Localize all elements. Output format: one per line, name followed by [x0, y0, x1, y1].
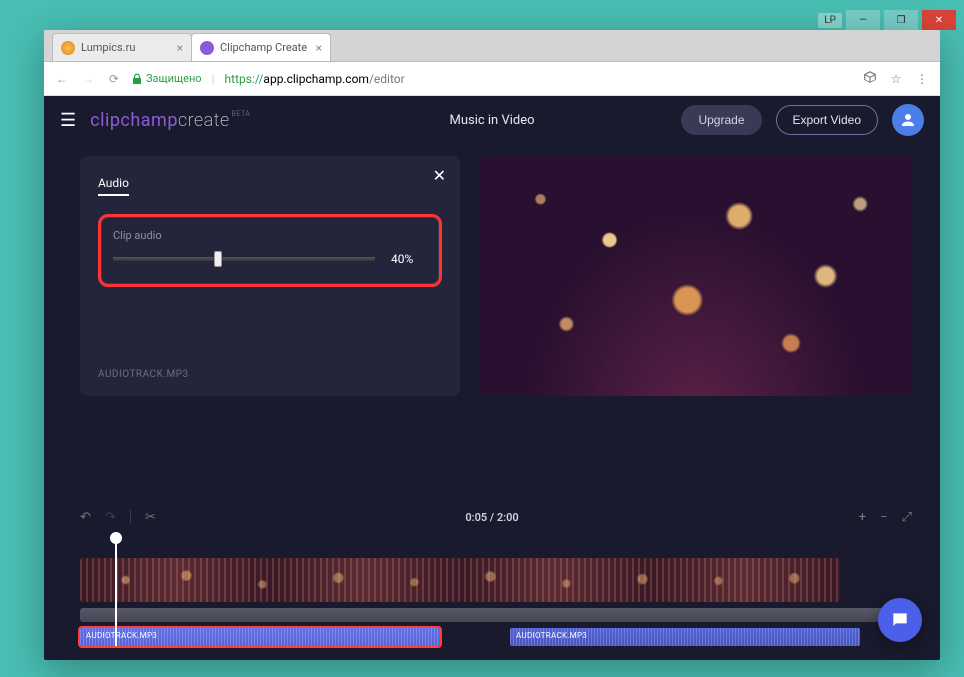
undo-icon[interactable]: ↶ — [80, 510, 91, 525]
lock-icon — [132, 73, 142, 85]
tab-title: Lumpics.ru — [81, 41, 135, 54]
support-chat-button[interactable] — [878, 598, 922, 642]
video-track-clip[interactable] — [80, 558, 840, 602]
secure-label: Защищено — [146, 72, 202, 85]
audio-panel: ✕ Audio Clip audio 40% AUDIOTRACK.MP3 — [80, 156, 460, 396]
favicon-icon — [61, 41, 75, 55]
user-icon — [899, 111, 917, 129]
translate-icon[interactable] — [862, 70, 878, 87]
window-close-button[interactable]: ✕ — [922, 10, 956, 30]
clip-audio-label: Clip audio — [113, 229, 427, 242]
browser-window: Lumpics.ru × Clipchamp Create × ← → ⟳ За… — [44, 30, 940, 660]
project-title[interactable]: Music in Video — [449, 113, 534, 128]
window-maximize-button[interactable]: ❐ — [884, 10, 918, 30]
zoom-in-icon[interactable]: + — [859, 510, 866, 525]
user-avatar[interactable] — [892, 104, 924, 136]
window-lp-badge: LP — [818, 13, 842, 28]
split-icon[interactable]: ✂ — [145, 510, 156, 525]
audio-clip[interactable]: AUDIOTRACK.MP3 — [510, 628, 860, 646]
zoom-out-icon[interactable]: − — [880, 510, 887, 525]
video-preview[interactable] — [480, 156, 912, 396]
browser-tab-lumpics[interactable]: Lumpics.ru × — [52, 33, 192, 61]
clip-audio-section: Clip audio 40% — [98, 214, 442, 287]
timeline-toolbar: ↶ ↷ ✂ 0:05 / 2:00 + − ⤢ — [44, 502, 940, 532]
playhead-line — [115, 540, 117, 646]
favicon-icon — [200, 41, 214, 55]
window-minimize-button[interactable]: — — [846, 10, 880, 30]
export-video-button[interactable]: Export Video — [776, 105, 879, 135]
timeline-scrollbar[interactable] — [80, 608, 912, 622]
nav-forward-icon[interactable]: → — [80, 72, 96, 86]
timeline-time-display: 0:05 / 2:00 — [465, 511, 518, 524]
panel-filename: AUDIOTRACK.MP3 — [98, 369, 189, 380]
upgrade-button[interactable]: Upgrade — [681, 105, 761, 135]
nav-back-icon[interactable]: ← — [54, 72, 70, 86]
slider-thumb[interactable] — [214, 251, 222, 267]
clipchamp-app: ☰ clipchampcreateBETA Music in Video Upg… — [44, 96, 940, 660]
bookmark-icon[interactable]: ☆ — [888, 72, 904, 86]
nav-reload-icon[interactable]: ⟳ — [106, 72, 122, 86]
app-header: ☰ clipchampcreateBETA Music in Video Upg… — [44, 96, 940, 144]
chat-icon — [890, 610, 910, 630]
redo-icon[interactable]: ↷ — [105, 510, 116, 525]
tab-close-icon[interactable]: × — [177, 41, 183, 55]
url-field[interactable]: https://app.clipchamp.com/editor — [225, 72, 852, 86]
app-main: ✕ Audio Clip audio 40% AUDIOTRACK.MP3 — [44, 144, 940, 502]
app-logo[interactable]: clipchampcreateBETA — [90, 110, 250, 131]
hamburger-menu-icon[interactable]: ☰ — [60, 110, 76, 131]
tab-title: Clipchamp Create — [220, 41, 307, 54]
audio-track: AUDIOTRACK.MP3 AUDIOTRACK.MP3 — [80, 628, 912, 646]
audio-clip-selected[interactable]: AUDIOTRACK.MP3 — [80, 628, 440, 646]
browser-tab-clipchamp[interactable]: Clipchamp Create × — [191, 33, 331, 61]
secure-indicator[interactable]: Защищено — [132, 72, 202, 85]
zoom-fit-icon[interactable]: ⤢ — [902, 510, 912, 525]
address-bar: ← → ⟳ Защищено | https://app.clipchamp.c… — [44, 62, 940, 96]
browser-tabs-strip: Lumpics.ru × Clipchamp Create × — [44, 30, 940, 62]
panel-tab-audio[interactable]: Audio — [98, 176, 129, 196]
volume-slider[interactable] — [113, 257, 375, 261]
tab-close-icon[interactable]: × — [316, 41, 322, 55]
browser-menu-icon[interactable]: ⋮ — [914, 72, 930, 86]
volume-value: 40% — [391, 252, 427, 266]
timeline[interactable]: AUDIOTRACK.MP3 AUDIOTRACK.MP3 — [44, 532, 940, 660]
panel-close-icon[interactable]: ✕ — [433, 166, 446, 185]
